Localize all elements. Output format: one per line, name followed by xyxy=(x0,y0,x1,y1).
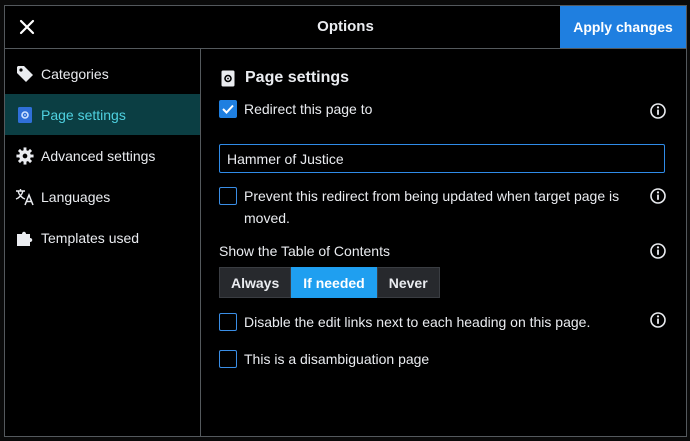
checkmark-icon xyxy=(222,104,234,114)
page-settings-icon xyxy=(15,105,35,125)
page-settings-icon xyxy=(219,69,237,87)
sidebar-item-label: Templates used xyxy=(41,229,140,246)
page-settings-panel: Page settings Redirect this page to Prev… xyxy=(219,49,666,436)
sidebar-item-categories[interactable]: Categories xyxy=(5,53,200,94)
dialog-header: Options Apply changes xyxy=(5,6,686,49)
toc-button-group: Always If needed Never xyxy=(219,267,440,298)
prevent-redirect-row: Prevent this redirect from being updated… xyxy=(219,187,666,229)
disambiguation-row: This is a disambiguation page xyxy=(219,350,666,370)
redirect-row: Redirect this page to xyxy=(219,100,666,120)
prevent-redirect-label: Prevent this redirect from being updated… xyxy=(244,188,620,226)
close-icon xyxy=(19,19,35,35)
sidebar-item-templates-used[interactable]: Templates used xyxy=(5,217,200,258)
toc-never-button[interactable]: Never xyxy=(376,267,440,298)
puzzle-icon xyxy=(15,228,35,248)
info-icon[interactable] xyxy=(650,103,666,119)
disable-edit-links-row: Disable the edit links next to each head… xyxy=(219,313,666,333)
info-icon[interactable] xyxy=(650,188,666,204)
close-button[interactable] xyxy=(7,6,47,48)
sidebar-item-languages[interactable]: Languages xyxy=(5,176,200,217)
gear-icon xyxy=(15,146,35,166)
toc-label: Show the Table of Contents xyxy=(219,243,390,259)
prevent-redirect-checkbox[interactable] xyxy=(219,187,237,205)
toc-always-button[interactable]: Always xyxy=(219,267,292,298)
info-icon[interactable] xyxy=(650,312,666,328)
section-title-text: Page settings xyxy=(245,69,350,86)
sidebar: Categories Page settings Advanced settin… xyxy=(5,49,201,436)
sidebar-item-label: Advanced settings xyxy=(41,147,156,164)
redirect-target-input[interactable] xyxy=(219,144,665,173)
redirect-label: Redirect this page to xyxy=(244,101,373,117)
disable-edit-links-label: Disable the edit links next to each head… xyxy=(244,314,591,330)
language-icon xyxy=(15,187,35,207)
sidebar-item-advanced-settings[interactable]: Advanced settings xyxy=(5,135,200,176)
sidebar-item-label: Languages xyxy=(41,188,111,205)
sidebar-item-label: Categories xyxy=(41,65,109,82)
redirect-checkbox[interactable] xyxy=(219,100,237,118)
toc-if-needed-button[interactable]: If needed xyxy=(291,267,377,298)
disambiguation-checkbox[interactable] xyxy=(219,350,237,368)
options-dialog: Options Apply changes Categories Page se… xyxy=(4,5,687,437)
sidebar-item-page-settings[interactable]: Page settings xyxy=(5,94,200,135)
sidebar-item-label: Page settings xyxy=(41,106,126,123)
info-icon[interactable] xyxy=(650,243,666,259)
disable-edit-links-checkbox[interactable] xyxy=(219,313,237,331)
disambiguation-label: This is a disambiguation page xyxy=(244,351,430,367)
tag-icon xyxy=(15,64,35,84)
section-title: Page settings xyxy=(219,68,349,88)
apply-changes-button[interactable]: Apply changes xyxy=(560,6,686,48)
